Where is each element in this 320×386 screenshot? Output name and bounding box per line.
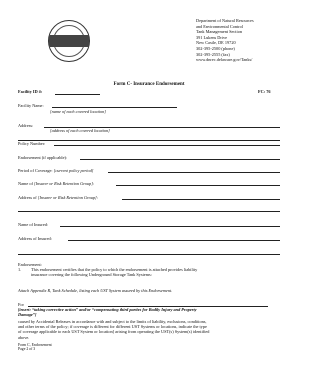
- insurer-name-label-text: Name of: [18, 181, 33, 186]
- facility-name-hint: [name of each covered location]: [50, 109, 106, 114]
- facility-id-label: Facility ID #:: [18, 89, 43, 94]
- insert-line: Damage”]: [18, 312, 37, 318]
- form-title: Form C- Insurance Endorsement: [113, 82, 185, 87]
- insurer-name-label: Name of [Insurer or Risk Retention Group…: [18, 181, 94, 186]
- policy-number-label: Policy Number:: [18, 141, 46, 146]
- document-page: Department of Natural Resources and Envi…: [0, 0, 298, 386]
- facility-id-field[interactable]: [55, 94, 100, 95]
- endorsement-label: Endorsement (if applicable):: [18, 155, 68, 160]
- agency-line: www.dnrec.delaware.gov/Tanks/: [196, 57, 253, 63]
- fc-label: FC: 76: [258, 89, 271, 94]
- insurer-address-label: Address of [Insurer or Risk Retention Gr…: [18, 195, 98, 200]
- insurer-name-field[interactable]: [116, 185, 280, 186]
- attach-note: Attach Appendix R, Tank Schedule, listin…: [18, 288, 173, 293]
- insert-instruction: [insert: “taking corrective action” and/…: [18, 307, 197, 317]
- address-insured-field[interactable]: [68, 240, 280, 241]
- coverage-body: caused by Accidental Releases in accorda…: [18, 319, 209, 340]
- facility-name-label: Facility Name:: [18, 103, 44, 108]
- address-insured-label: Address of Insured:: [18, 236, 52, 241]
- period-field[interactable]: [108, 172, 280, 173]
- item1-number: 1.: [18, 267, 22, 272]
- seal-banner: [49, 35, 89, 47]
- insurer-address-field[interactable]: [122, 199, 280, 200]
- insurer-name-hint: [Insurer or Risk Retention Group]:: [34, 181, 95, 186]
- item1-line: insurance covering the following Undergr…: [31, 272, 152, 278]
- period-hint: [current policy period]: [53, 168, 94, 173]
- address-field-line2[interactable]: [18, 140, 280, 141]
- address-hint: [address of each covered location]: [50, 128, 110, 133]
- address-insured-field-line2[interactable]: [18, 254, 280, 255]
- insurer-address-hint: [Insurer or Risk Retention Group]:: [37, 195, 99, 200]
- footer-line: Page 2 of 3: [18, 347, 36, 352]
- insert-line: [insert: “taking corrective action” and/…: [18, 307, 197, 312]
- body-line: above.: [18, 334, 30, 340]
- period-label-text: Period of Coverage:: [18, 168, 53, 173]
- item1-text: This endorsement certifies that the poli…: [31, 267, 197, 277]
- name-insured-field[interactable]: [60, 226, 280, 227]
- name-insured-label: Name of Insured:: [18, 222, 49, 227]
- address-label: Address:: [18, 123, 34, 128]
- insurer-address-field-line2[interactable]: [18, 211, 280, 212]
- delaware-seal-logo: [48, 20, 90, 62]
- page-footer: Form C, Endorsement Page 2 of 3: [18, 343, 52, 352]
- agency-address-block: Department of Natural Resources and Envi…: [196, 18, 316, 63]
- facility-name-field[interactable]: [52, 107, 177, 108]
- endorsement-field[interactable]: [80, 159, 280, 160]
- body-line: of coverage applicable to each UST Syste…: [18, 329, 210, 335]
- policy-number-field[interactable]: [54, 145, 280, 146]
- insurer-address-label-text: Address of: [18, 195, 37, 200]
- period-label: Period of Coverage: [current policy peri…: [18, 168, 93, 173]
